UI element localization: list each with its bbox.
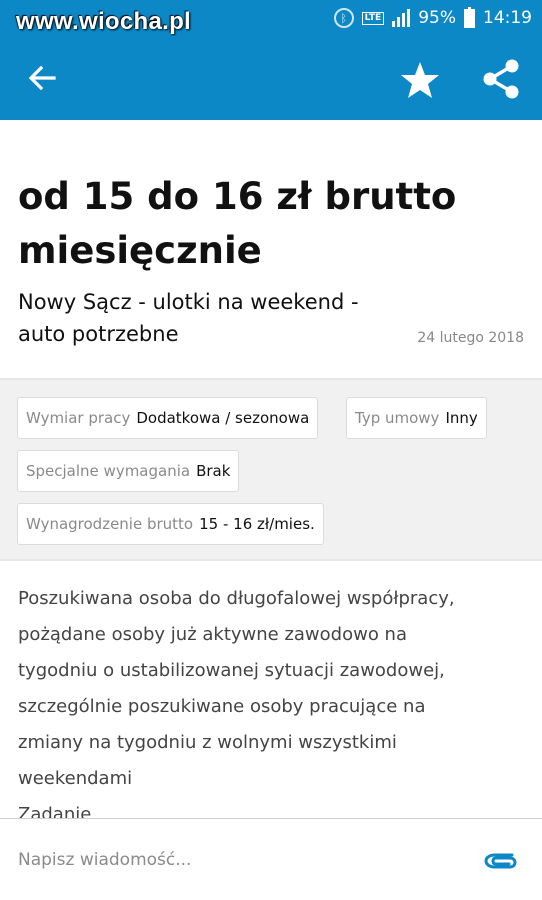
- description-line: weekendami: [18, 768, 133, 789]
- battery-percent: 95%: [418, 8, 456, 28]
- app-bar: [0, 36, 542, 120]
- listing-date: 24 lutego 2018: [417, 330, 524, 346]
- description-line: tygodniu o ustabilizowanej sytuacji zawo…: [18, 660, 445, 681]
- lte-icon: LTE: [361, 11, 385, 25]
- clock: 14:19: [483, 8, 532, 28]
- attribute-key: Wymiar pracy: [26, 409, 131, 427]
- listing-description[interactable]: Poszukiwana osoba do długofalowej współp…: [0, 563, 542, 818]
- listing-subtitle: Nowy Sącz - ulotki na weekend - auto pot…: [18, 290, 359, 346]
- listing-header: od 15 do 16 zł brutto miesięcznie Nowy S…: [0, 120, 542, 378]
- attribute-value: Inny: [445, 409, 478, 427]
- battery-icon: [464, 6, 475, 28]
- attribute-key: Specjalne wymagania: [26, 462, 191, 480]
- attribute-value: 15 - 16 zł/mies.: [199, 515, 315, 533]
- description-line: zmiany na tygodniu z wolnymi wszystkimi: [18, 732, 397, 753]
- attribute-chip-work-type: Wymiar pracy Dodatkowa / sezonowa: [17, 397, 319, 439]
- signal-icon: [392, 9, 411, 27]
- listing-title: od 15 do 16 zł brutto miesięcznie: [18, 175, 457, 272]
- description-line: szczególnie poszukiwane osoby pracujące …: [18, 696, 426, 717]
- share-icon[interactable]: [480, 58, 522, 100]
- description-text: Poszukiwana osoba do długofalowej współp…: [18, 581, 528, 818]
- description-line: pożądane osoby już aktywne zawodowo na: [18, 624, 407, 645]
- attribute-key: Typ umowy: [355, 409, 440, 427]
- paperclip-icon[interactable]: [482, 845, 518, 875]
- attribute-key: Wynagrodzenie brutto: [26, 515, 194, 533]
- description-line: Poszukiwana osoba do długofalowej współp…: [18, 588, 455, 609]
- attribute-value: Dodatkowa / sezonowa: [136, 409, 310, 427]
- status-bar: www.wiocha.pl ᛒ LTE 95% 14:19: [0, 0, 542, 36]
- message-composer: [0, 818, 542, 900]
- status-icons: ᛒ LTE 95% 14:19: [333, 6, 532, 30]
- attribute-chip-salary: Wynagrodzenie brutto 15 - 16 zł/mies.: [17, 503, 324, 545]
- watermark: www.wiocha.pl: [16, 8, 192, 35]
- attribute-value: Brak: [196, 462, 231, 480]
- attribute-chip-requirements: Specjalne wymagania Brak: [17, 450, 240, 492]
- description-line: Zadanie: [18, 804, 92, 818]
- star-icon[interactable]: [400, 60, 440, 100]
- attribute-chip-contract-type: Typ umowy Inny: [346, 397, 487, 439]
- back-arrow-icon[interactable]: [26, 62, 58, 94]
- bluetooth-icon: ᛒ: [333, 8, 354, 28]
- attributes-panel: Wymiar pracy Dodatkowa / sezonowa Typ um…: [0, 378, 542, 561]
- message-input[interactable]: [18, 843, 458, 877]
